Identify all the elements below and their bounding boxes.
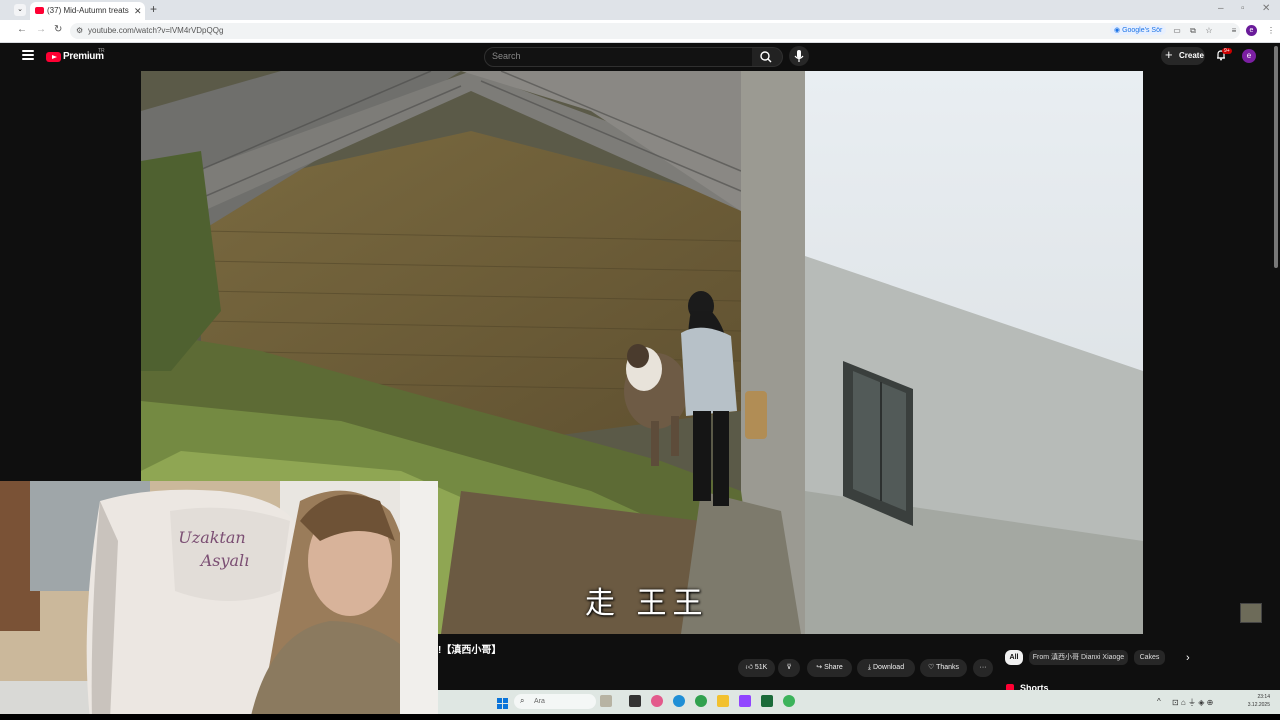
chip-cakes[interactable]: Cakes: [1134, 650, 1165, 665]
taskbar-clock[interactable]: 23:14 3.12.2025: [1240, 693, 1270, 709]
google-search-chip[interactable]: ◉ Google's Sör: [1110, 25, 1167, 35]
download-label: Download: [872, 664, 905, 671]
tab-search-icon[interactable]: ⌄: [14, 4, 26, 16]
search-placeholder: Search: [492, 51, 521, 61]
bookmark-star-icon[interactable]: ☆: [1204, 26, 1214, 36]
region-code: TR: [98, 48, 105, 54]
windows-start-icon[interactable]: [497, 696, 508, 709]
notification-badge: 9+: [1222, 48, 1232, 54]
twitch-icon[interactable]: [739, 695, 751, 707]
download-button[interactable]: ⤓ Download: [857, 659, 915, 677]
microphone-icon: [794, 50, 804, 62]
screen-bottom-edge: [0, 714, 1280, 720]
webcam-image: Uzaktan Asyalı: [0, 481, 438, 720]
forward-icon[interactable]: →: [36, 24, 46, 35]
youtube-logo-icon[interactable]: [46, 52, 61, 62]
taskbar-widget-icon[interactable]: [600, 695, 612, 707]
window-close-icon[interactable]: ✕: [1262, 3, 1270, 14]
taskbar-date: 3.12.2025: [1247, 702, 1270, 708]
tray-icons[interactable]: ⊡ ⌂ ⏚ ◈ ⊕: [1172, 697, 1213, 708]
browser-menu-icon[interactable]: ⋮: [1266, 26, 1276, 36]
taskbar-search[interactable]: [514, 694, 596, 709]
browser-tab-strip: [0, 0, 1280, 20]
search-icon: [760, 51, 772, 63]
share-icon: ↪: [816, 664, 825, 671]
webcam-overlay: Uzaktan Asyalı: [0, 481, 438, 720]
tab-close-icon[interactable]: ✕: [134, 2, 142, 20]
taskbar-search-icon: ⌕: [520, 696, 525, 705]
back-icon[interactable]: ←: [17, 24, 27, 35]
thanks-icon: ♡: [927, 664, 937, 671]
chip-from-channel[interactable]: From 滇西小哥 Dianxi Xiaoge: [1029, 650, 1128, 665]
more-icon: ···: [979, 664, 987, 671]
youtube-favicon-icon: [35, 7, 44, 14]
voice-search-button[interactable]: [789, 46, 809, 66]
tab-title: (37) Mid-Autumn treats aut...: [47, 6, 131, 15]
more-actions-button[interactable]: ···: [973, 659, 993, 677]
youtube-account-avatar[interactable]: e: [1242, 49, 1256, 63]
reload-icon[interactable]: ↻: [54, 24, 62, 35]
url-text: youtube.com/watch?v=lVM4rVDpQQg: [88, 26, 224, 35]
create-label: Create: [1179, 51, 1204, 60]
new-tab-icon[interactable]: +: [150, 2, 157, 16]
thumbs-down-icon: ⊽: [786, 664, 792, 671]
chair-text-2: Asyalı: [199, 551, 250, 570]
video-title: !【滇西小哥】: [438, 645, 502, 656]
like-button[interactable]: 👍︎ 51K: [738, 659, 775, 677]
search-input[interactable]: [484, 47, 754, 67]
app-icon-2[interactable]: [761, 695, 773, 707]
chrome-profile-icon[interactable]: [783, 695, 795, 707]
chips-next-icon[interactable]: ›: [1186, 652, 1190, 664]
app-icon-1[interactable]: [651, 695, 663, 707]
hamburger-menu-icon[interactable]: [22, 50, 34, 60]
task-view-icon[interactable]: [629, 695, 641, 707]
search-button[interactable]: [752, 47, 783, 67]
plus-icon: +: [1165, 47, 1173, 62]
maximize-icon[interactable]: ▫: [1241, 3, 1245, 14]
chair-text-1: Uzaktan: [178, 528, 245, 547]
chip-all[interactable]: All: [1005, 650, 1023, 665]
share-label: Share: [824, 664, 843, 671]
browser-profile-avatar[interactable]: e: [1246, 25, 1257, 36]
taskbar-search-text: Ara: [534, 698, 545, 705]
thanks-button[interactable]: ♡ Thanks: [920, 659, 967, 677]
url-field[interactable]: [70, 23, 1240, 39]
taskbar-time: 23:14: [1257, 694, 1270, 700]
thanks-label: Thanks: [936, 664, 960, 671]
tray-chevron-icon[interactable]: ^: [1157, 697, 1161, 706]
file-explorer-icon[interactable]: [717, 695, 729, 707]
extensions-icon[interactable]: ≡: [1229, 26, 1239, 36]
video-subtitle: 走 王王: [585, 586, 709, 621]
thumbs-up-icon: 👍︎: [745, 664, 755, 671]
edge-icon[interactable]: [673, 695, 685, 707]
browser-tab-active[interactable]: (37) Mid-Autumn treats aut... ✕: [30, 2, 145, 20]
like-count: 51K: [754, 664, 768, 671]
cast-icon[interactable]: ▭: [1172, 26, 1182, 36]
google-lens-icon: ◉: [1114, 27, 1123, 34]
chrome-icon[interactable]: [695, 695, 707, 707]
translate-icon[interactable]: ⧉: [1188, 26, 1198, 36]
share-button[interactable]: ↪ Share: [807, 659, 852, 677]
google-search-chip-label: Google's Sör: [1122, 27, 1163, 34]
page-scrollbar[interactable]: [1274, 46, 1278, 268]
dislike-button[interactable]: ⊽: [778, 659, 800, 677]
site-info-icon[interactable]: ⚙: [76, 26, 83, 35]
minimize-icon[interactable]: –: [1218, 3, 1224, 14]
channel-watermark-thumbnail[interactable]: [1240, 603, 1262, 623]
